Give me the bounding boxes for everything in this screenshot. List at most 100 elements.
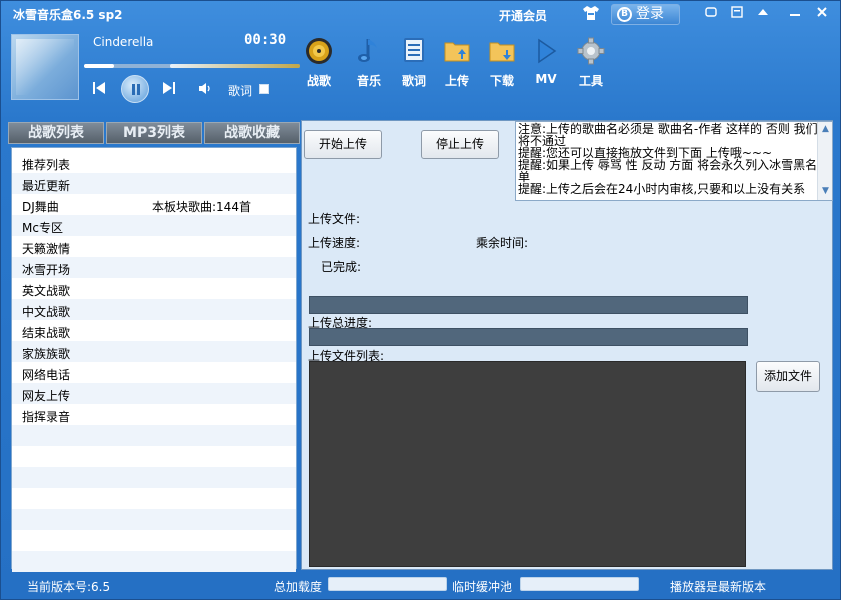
close-icon[interactable]: [815, 6, 829, 20]
buffer-label: 临时缓冲池: [452, 580, 513, 594]
tab-zhange-list[interactable]: 战歌列表: [8, 122, 104, 144]
empty-row: [12, 488, 296, 509]
list-item-label: 家族族歌: [22, 347, 71, 361]
upload-file-label: 上传文件:: [308, 212, 361, 226]
tool-label: MV: [535, 72, 557, 86]
lyrics-icon: [404, 38, 424, 62]
seek-slider[interactable]: [84, 64, 300, 68]
add-file-button[interactable]: 添加文件: [756, 361, 820, 392]
play-icon: [538, 38, 557, 64]
list-item-label: 指挥录音: [22, 410, 71, 424]
tool-zhange-button[interactable]: 战歌: [299, 36, 339, 92]
minimize-icon[interactable]: [788, 6, 802, 20]
tool-label: 工具: [578, 74, 603, 88]
list-item-label: 冰雪开场: [22, 263, 71, 277]
tool-label: 上传: [444, 74, 469, 88]
total-load-bar: [328, 577, 447, 591]
list-item-label: 网友上传: [22, 389, 71, 403]
list-item[interactable]: Mc专区: [12, 215, 296, 236]
list-item-label: 天籁激情: [22, 242, 71, 256]
list-item-label: 结束战歌: [22, 326, 71, 340]
tab-mp3-list[interactable]: MP3列表: [106, 122, 202, 144]
file-progress-bar: [309, 296, 748, 314]
app-title: 冰雪音乐盒6.5 sp2: [13, 8, 123, 22]
login-label: 登录: [636, 6, 664, 22]
list-item[interactable]: 指挥录音: [12, 404, 296, 425]
tool-label: 下载: [489, 74, 514, 88]
list-item[interactable]: 网友上传: [12, 383, 296, 404]
list-item[interactable]: DJ舞曲 本板块歌曲:144首: [12, 194, 296, 215]
tab-favorites[interactable]: 战歌收藏: [204, 122, 300, 144]
download-folder-icon: [489, 42, 515, 62]
settings-window-icon[interactable]: [730, 6, 744, 20]
upload-folder-icon: [444, 42, 470, 62]
list-item[interactable]: 中文战歌: [12, 299, 296, 320]
tool-tools-button[interactable]: 工具: [571, 36, 611, 92]
notice-line: 提醒:上传之后会在24小时内审核,只要和以上没有关系: [518, 182, 806, 196]
start-upload-button[interactable]: 开始上传: [304, 130, 382, 159]
skin-shirt-icon[interactable]: [582, 5, 600, 21]
seek-progress: [84, 64, 114, 68]
remaining-time-label: 乘余时间:: [476, 236, 529, 250]
tool-upload-button[interactable]: 上传: [437, 36, 477, 92]
empty-row: [12, 446, 296, 467]
tool-label: 歌词: [401, 74, 426, 88]
list-item[interactable]: 推荐列表: [12, 152, 296, 173]
title-bar: 冰雪音乐盒6.5 sp2 开通会员 B 登录: [1, 1, 840, 27]
current-song-title: Cinderella: [93, 35, 154, 49]
login-button[interactable]: B 登录: [611, 4, 680, 25]
volume-icon[interactable]: [198, 82, 213, 95]
notice-scrollbar[interactable]: ▲ ▼: [817, 122, 832, 200]
tool-download-button[interactable]: 下载: [482, 36, 522, 92]
music-note-icon: [358, 39, 377, 62]
upload-notice-box[interactable]: 注意:上传的歌曲名必须是 歌曲名-作者 这样的 否则 我们将不通过 提醒:您还可…: [515, 121, 833, 201]
completed-label: 已完成:: [321, 260, 362, 274]
upload-file-list[interactable]: [309, 361, 746, 567]
collapse-icon[interactable]: [756, 6, 770, 20]
list-item[interactable]: 冰雪开场: [12, 257, 296, 278]
total-progress-bar: [309, 328, 748, 346]
tool-lyrics-button[interactable]: 歌词: [394, 36, 434, 92]
list-item[interactable]: 英文战歌: [12, 278, 296, 299]
version-text: 当前版本号:6.5: [27, 580, 111, 594]
list-item-label: 最近更新: [22, 179, 71, 193]
vip-link[interactable]: 开通会员: [499, 7, 547, 24]
music-box-window: 冰雪音乐盒6.5 sp2 开通会员 B 登录 Cinderella 00:30: [0, 0, 841, 600]
empty-row: [12, 530, 296, 551]
pause-button[interactable]: [121, 75, 149, 103]
lyric-checkbox[interactable]: [259, 84, 269, 94]
mini-mode-icon[interactable]: [704, 6, 718, 20]
previous-track-icon[interactable]: [92, 81, 106, 95]
list-item-label: Mc专区: [22, 221, 63, 235]
empty-row: [12, 551, 296, 572]
list-item[interactable]: 网络电话: [12, 362, 296, 383]
list-item[interactable]: 最近更新: [12, 173, 296, 194]
list-item[interactable]: 结束战歌: [12, 320, 296, 341]
next-track-icon[interactable]: [162, 81, 176, 95]
list-item-label: 网络电话: [22, 368, 71, 382]
tool-mv-button[interactable]: MV: [526, 36, 566, 92]
upload-panel: 开始上传 停止上传 注意:上传的歌曲名必须是 歌曲名-作者 这样的 否则 我们将…: [301, 120, 833, 570]
buffer-bar: [520, 577, 639, 591]
login-badge-icon: B: [617, 7, 632, 22]
playlist-tabs: 战歌列表 MP3列表 战歌收藏: [8, 122, 300, 144]
empty-row: [12, 425, 296, 446]
list-item-label: 推荐列表: [22, 158, 71, 172]
lyric-toggle-label: 歌词: [228, 84, 253, 98]
volume-slider[interactable]: [170, 64, 300, 68]
list-item-label: DJ舞曲: [22, 200, 59, 214]
scroll-up-icon[interactable]: ▲: [820, 124, 831, 135]
notice-line: 提醒:如果上传 辱骂 性 反动 方面 将会永久列入冰雪黑名单: [518, 158, 818, 184]
tool-label: 音乐: [356, 74, 381, 88]
total-load-label: 总加载度: [274, 580, 323, 594]
list-item-label: 中文战歌: [22, 305, 71, 319]
list-item[interactable]: 家族族歌: [12, 341, 296, 362]
stop-upload-button[interactable]: 停止上传: [421, 130, 499, 159]
scroll-down-icon[interactable]: ▼: [820, 186, 831, 197]
playback-time: 00:30: [244, 32, 287, 48]
list-item[interactable]: 天籁激情: [12, 236, 296, 257]
update-status-text: 播放器是最新版本: [670, 580, 767, 594]
notice-line: 注意:上传的歌曲名必须是 歌曲名-作者 这样的 否则 我们将不通过: [518, 122, 818, 148]
notice-text: 注意:上传的歌曲名必须是 歌曲名-作者 这样的 否则 我们将不通过 提醒:您还可…: [518, 123, 818, 195]
tool-music-button[interactable]: 音乐: [349, 36, 389, 92]
